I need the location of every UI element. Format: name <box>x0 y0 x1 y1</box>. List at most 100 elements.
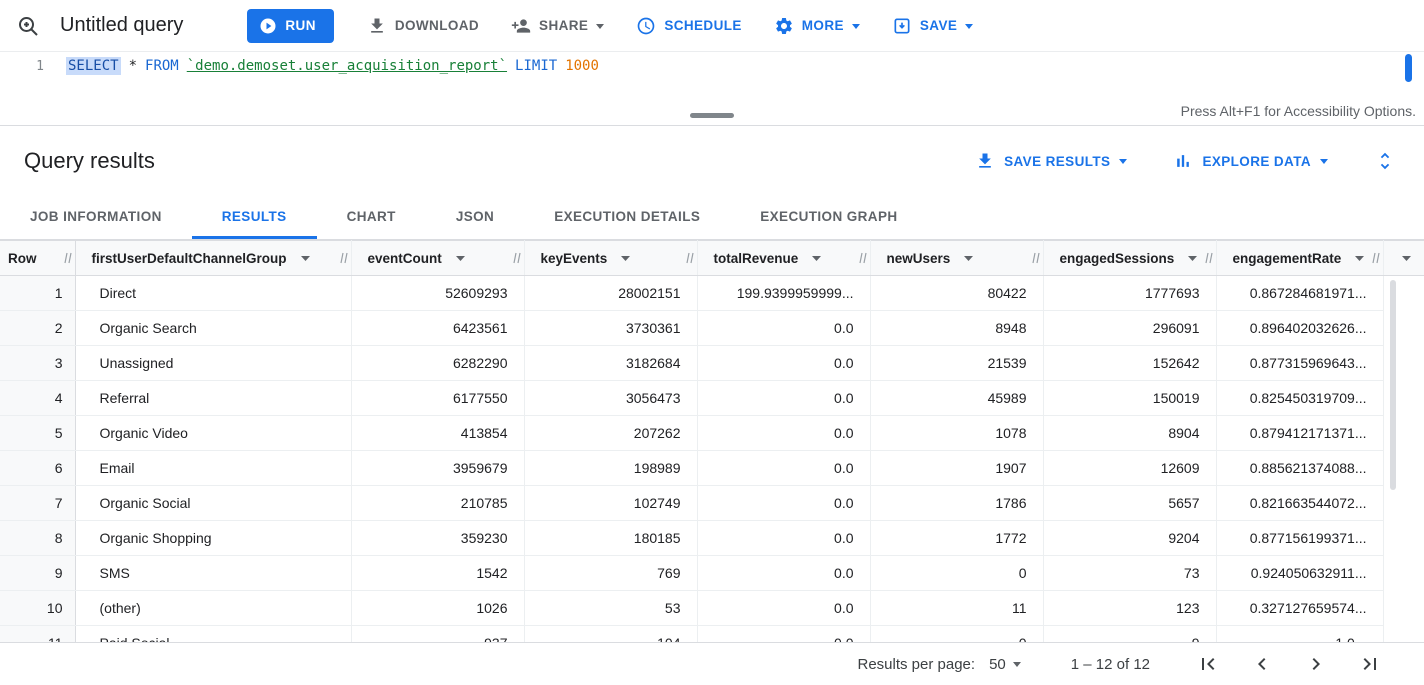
row-number-cell: 3 <box>0 346 75 381</box>
first-page-button[interactable] <box>1196 652 1220 676</box>
column-header-newUsers: newUsers <box>870 241 1043 276</box>
panel-resize-handle[interactable] <box>690 113 734 118</box>
column-header-Row: Row <box>0 241 75 276</box>
column-header-firstUserDefaultChannelGroup: firstUserDefaultChannelGroup <box>75 241 351 276</box>
column-resize-handle[interactable] <box>513 252 521 264</box>
sql-table-reference[interactable]: `demo.demoset.user_acquisition_report` <box>187 58 507 74</box>
table-cell: 0.327127659574... <box>1216 591 1383 626</box>
schedule-button[interactable]: SCHEDULE <box>623 8 754 44</box>
table-cell: 0.0 <box>697 556 870 591</box>
previous-page-button[interactable] <box>1250 652 1274 676</box>
tab-job-information[interactable]: JOB INFORMATION <box>0 196 192 239</box>
column-header-engagementRate: engagementRate <box>1216 241 1383 276</box>
editor-scrollbar-thumb[interactable] <box>1405 54 1412 82</box>
table-cell: Organic Shopping <box>75 521 351 556</box>
column-header-partial <box>1383 241 1424 276</box>
table-cell: 11 <box>870 591 1043 626</box>
column-sort-menu-icon[interactable] <box>621 256 630 261</box>
table-cell: 6282290 <box>351 346 524 381</box>
column-header-engagedSessions: engagedSessions <box>1043 241 1216 276</box>
column-resize-handle[interactable] <box>64 252 72 264</box>
table-cell: 9204 <box>1043 521 1216 556</box>
save-button[interactable]: SAVE <box>879 8 986 44</box>
table-cell: 0.0 <box>697 486 870 521</box>
table-cell: 28002151 <box>524 276 697 311</box>
column-sort-menu-icon[interactable] <box>1188 256 1197 261</box>
table-scrollbar[interactable] <box>1390 280 1396 490</box>
table-cell: 53 <box>524 591 697 626</box>
expand-panel-button[interactable] <box>1374 150 1396 172</box>
tab-chart[interactable]: CHART <box>317 196 426 239</box>
table-cell: 0.0 <box>697 451 870 486</box>
pagination-range: 1 – 12 of 12 <box>1071 656 1150 673</box>
column-resize-handle[interactable] <box>1372 252 1380 264</box>
last-page-button[interactable] <box>1358 652 1382 676</box>
column-resize-handle[interactable] <box>859 252 867 264</box>
column-resize-handle[interactable] <box>686 252 694 264</box>
sql-limit-value: 1000 <box>565 58 599 74</box>
table-cell: 3056473 <box>524 381 697 416</box>
table-cell: 0.877315969643... <box>1216 346 1383 381</box>
run-button[interactable]: RUN <box>247 9 333 43</box>
save-icon <box>892 16 912 36</box>
column-label: keyEvents <box>541 251 608 266</box>
table-cell: 180185 <box>524 521 697 556</box>
table-cell: 1907 <box>870 451 1043 486</box>
column-header-totalRevenue: totalRevenue <box>697 241 870 276</box>
results-table: RowfirstUserDefaultChannelGroupeventCoun… <box>0 240 1424 642</box>
table-cell: 0.825450319709... <box>1216 381 1383 416</box>
table-scrollbar-thumb[interactable] <box>1390 280 1396 490</box>
column-sort-menu-icon[interactable] <box>964 256 973 261</box>
column-sort-menu-icon[interactable] <box>301 256 310 261</box>
query-results-panel: Query results SAVE RESULTS EXPLORE DATA <box>0 126 1424 685</box>
column-sort-menu-icon[interactable] <box>1355 256 1364 261</box>
column-resize-handle[interactable] <box>1032 252 1040 264</box>
column-label: engagementRate <box>1233 251 1342 266</box>
row-number-cell: 10 <box>0 591 75 626</box>
column-resize-handle[interactable] <box>340 252 348 264</box>
download-button[interactable]: DOWNLOAD <box>354 8 492 44</box>
table-cell-empty <box>1383 626 1424 643</box>
page-size-select[interactable]: 50 <box>989 656 1021 673</box>
table-cell: 207262 <box>524 416 697 451</box>
column-sort-menu-icon[interactable] <box>812 256 821 261</box>
table-row: 2Organic Search642356137303610.089482960… <box>0 311 1424 346</box>
table-cell: Organic Video <box>75 416 351 451</box>
column-label: totalRevenue <box>714 251 799 266</box>
column-resize-handle[interactable] <box>1205 252 1213 264</box>
table-cell: 0.0 <box>697 346 870 381</box>
table-cell: 1542 <box>351 556 524 591</box>
play-circle-icon <box>259 17 277 35</box>
sql-editor[interactable]: 1 SELECT * FROM `demo.demoset.user_acqui… <box>0 52 1424 100</box>
column-sort-menu-icon[interactable] <box>1402 256 1411 261</box>
tab-results[interactable]: RESULTS <box>192 196 317 239</box>
column-label: firstUserDefaultChannelGroup <box>92 251 287 266</box>
results-table-wrap: RowfirstUserDefaultChannelGroupeventCoun… <box>0 240 1424 642</box>
explore-data-button[interactable]: EXPLORE DATA <box>1173 151 1328 171</box>
query-tab-icon <box>16 14 40 38</box>
gear-icon <box>774 16 794 36</box>
column-sort-menu-icon[interactable] <box>456 256 465 261</box>
tab-execution-graph[interactable]: EXECUTION GRAPH <box>730 196 927 239</box>
more-button[interactable]: MORE <box>761 8 873 44</box>
table-cell: SMS <box>75 556 351 591</box>
table-cell: 9 <box>1043 626 1216 643</box>
sql-star: * <box>129 58 137 74</box>
chevron-down-icon <box>965 24 973 29</box>
table-cell: 150019 <box>1043 381 1216 416</box>
table-row: 5Organic Video4138542072620.0107889040.8… <box>0 416 1424 451</box>
table-cell: 6423561 <box>351 311 524 346</box>
table-cell: 0.821663544072... <box>1216 486 1383 521</box>
tab-execution-details[interactable]: EXECUTION DETAILS <box>524 196 730 239</box>
table-cell: 0 <box>870 626 1043 643</box>
results-title: Query results <box>24 148 155 174</box>
table-cell-empty <box>1383 486 1424 521</box>
row-number-cell: 2 <box>0 311 75 346</box>
next-page-button[interactable] <box>1304 652 1328 676</box>
tab-json[interactable]: JSON <box>426 196 524 239</box>
share-button[interactable]: SHARE <box>498 8 617 44</box>
save-results-button[interactable]: SAVE RESULTS <box>975 151 1127 171</box>
table-cell: 937 <box>351 626 524 643</box>
sql-code-line[interactable]: SELECT * FROM `demo.demoset.user_acquisi… <box>66 52 599 100</box>
row-number-cell: 5 <box>0 416 75 451</box>
